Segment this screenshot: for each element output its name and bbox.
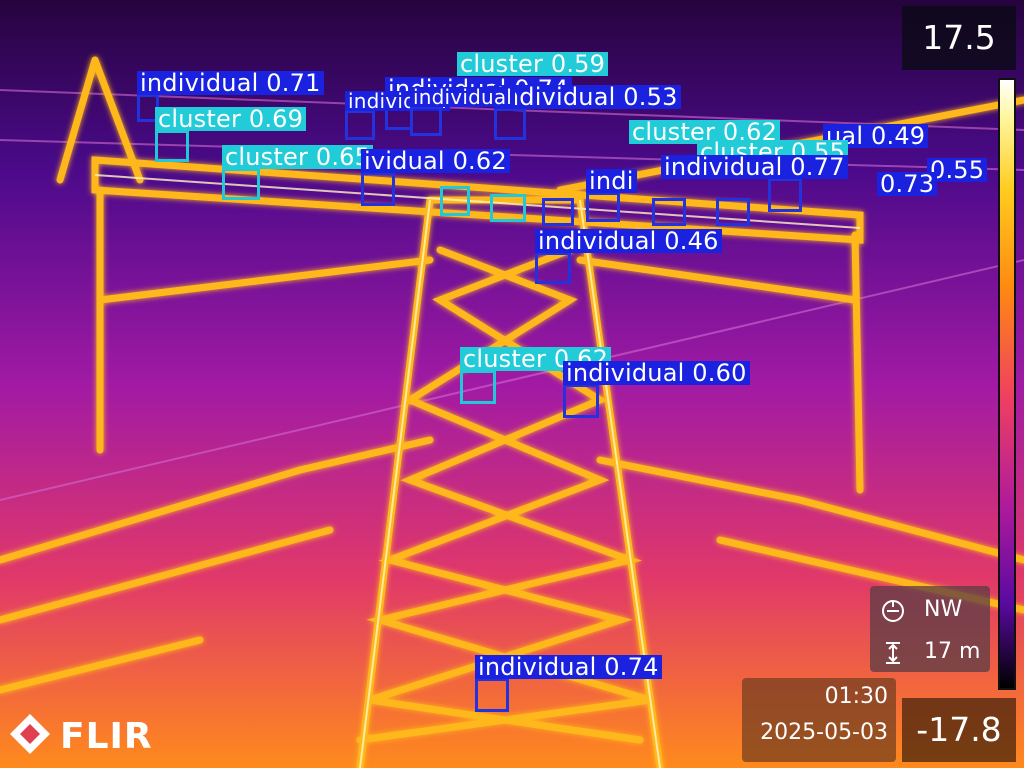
detection-label: 0.73 xyxy=(877,172,938,196)
detection-box: individual 0.60 xyxy=(563,361,750,418)
detection-box: cluster 0.69 xyxy=(155,107,307,162)
detection-label: individual 0.53 xyxy=(494,85,681,109)
detection-label: individual 0.74 xyxy=(475,655,662,679)
detection-box: individual 0.53 xyxy=(494,85,681,140)
brand-text: FLIR xyxy=(60,716,153,757)
detection-box: individual 0.46 xyxy=(535,229,722,284)
max-temperature-readout: 17.5 xyxy=(902,6,1016,70)
detection-box xyxy=(652,198,686,226)
temperature-color-scale xyxy=(998,78,1016,690)
detection-box: individual xyxy=(345,91,451,140)
distance-icon xyxy=(886,642,900,664)
detection-label: cluster 0.69 xyxy=(155,107,307,131)
heading-row: NW xyxy=(870,592,990,628)
flir-logo: FLIR xyxy=(8,712,152,758)
detection-box: individual 0.77 xyxy=(661,155,848,212)
detection-label: cluster 0.65 xyxy=(222,145,374,169)
min-temperature-readout: -17.8 xyxy=(902,698,1016,762)
heading-value: NW xyxy=(924,597,963,622)
detection-box: ividual 0.62 xyxy=(361,149,510,206)
detection-box xyxy=(716,198,750,226)
detection-box: individual xyxy=(410,87,516,136)
detection-label: cluster 0.59 xyxy=(457,52,609,76)
detection-box: individual 0.74 xyxy=(475,655,662,712)
detection-box: indi xyxy=(586,169,637,222)
detection-label: indi xyxy=(586,169,637,193)
detection-label: individual 0.60 xyxy=(563,361,750,385)
detection-box: cluster 0.62 xyxy=(460,347,612,404)
detection-label: individual xyxy=(410,87,516,107)
detection-label: individual 0.46 xyxy=(535,229,722,253)
thermal-image-view: individual 0.71 cluster 0.59 individual … xyxy=(0,0,1024,768)
compass-icon xyxy=(882,600,904,622)
date-value: 2025-05-03 xyxy=(760,720,888,745)
detection-label: individual 0.71 xyxy=(137,71,324,95)
detection-box xyxy=(440,186,470,216)
distance-value: 17 m xyxy=(924,639,981,664)
detection-label: ividual 0.62 xyxy=(361,149,510,173)
time-value: 01:30 xyxy=(824,684,888,709)
timestamp-panel: 01:30 2025-05-03 xyxy=(742,678,896,762)
detection-box: cluster 0.65 xyxy=(222,145,374,200)
detection-box xyxy=(542,198,574,226)
detection-label: individual 0.77 xyxy=(661,155,848,179)
flir-logo-icon xyxy=(10,714,50,754)
info-panel: NW 17 m xyxy=(870,586,990,672)
detection-box xyxy=(490,194,526,222)
distance-row: 17 m xyxy=(870,634,990,670)
